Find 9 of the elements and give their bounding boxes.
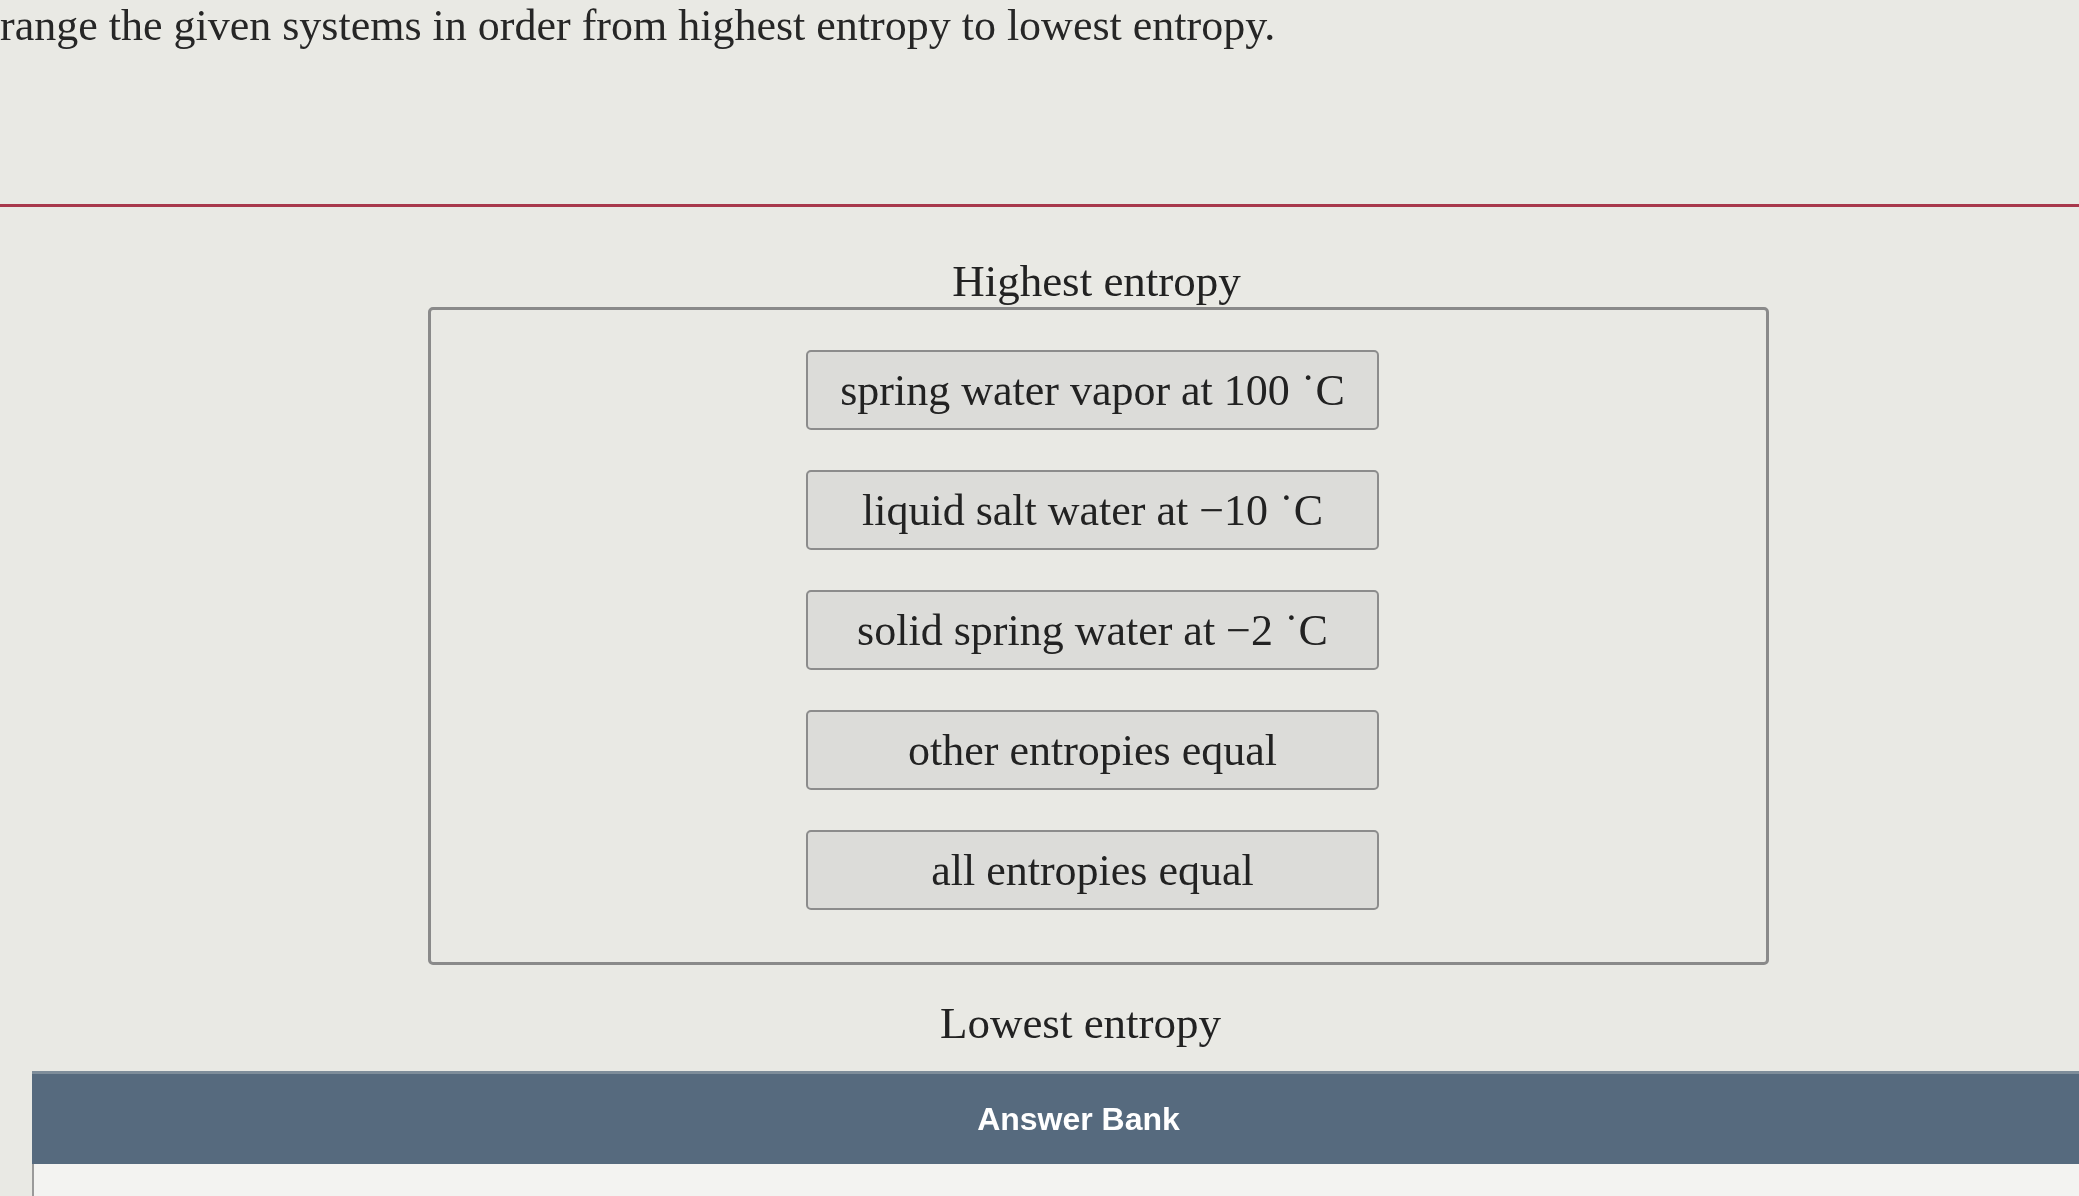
ranking-bottom-label: Lowest entropy [939,997,1222,1049]
ranking-top-label: Highest entropy [952,255,1241,307]
answer-tile[interactable]: other entropies equal [806,710,1379,790]
answer-tile[interactable]: solid spring water at −2 ˙C [806,590,1379,670]
answer-tile[interactable]: liquid salt water at −10 ˙C [806,470,1379,550]
answer-tile[interactable]: all entropies equal [806,830,1379,910]
instruction-text: range the given systems in order from highest entropy to lowest entropy. [0,0,1276,52]
answer-bank-header: Answer Bank [32,1071,2079,1164]
answer-tile[interactable]: spring water vapor at 100 ˙C [806,350,1379,430]
